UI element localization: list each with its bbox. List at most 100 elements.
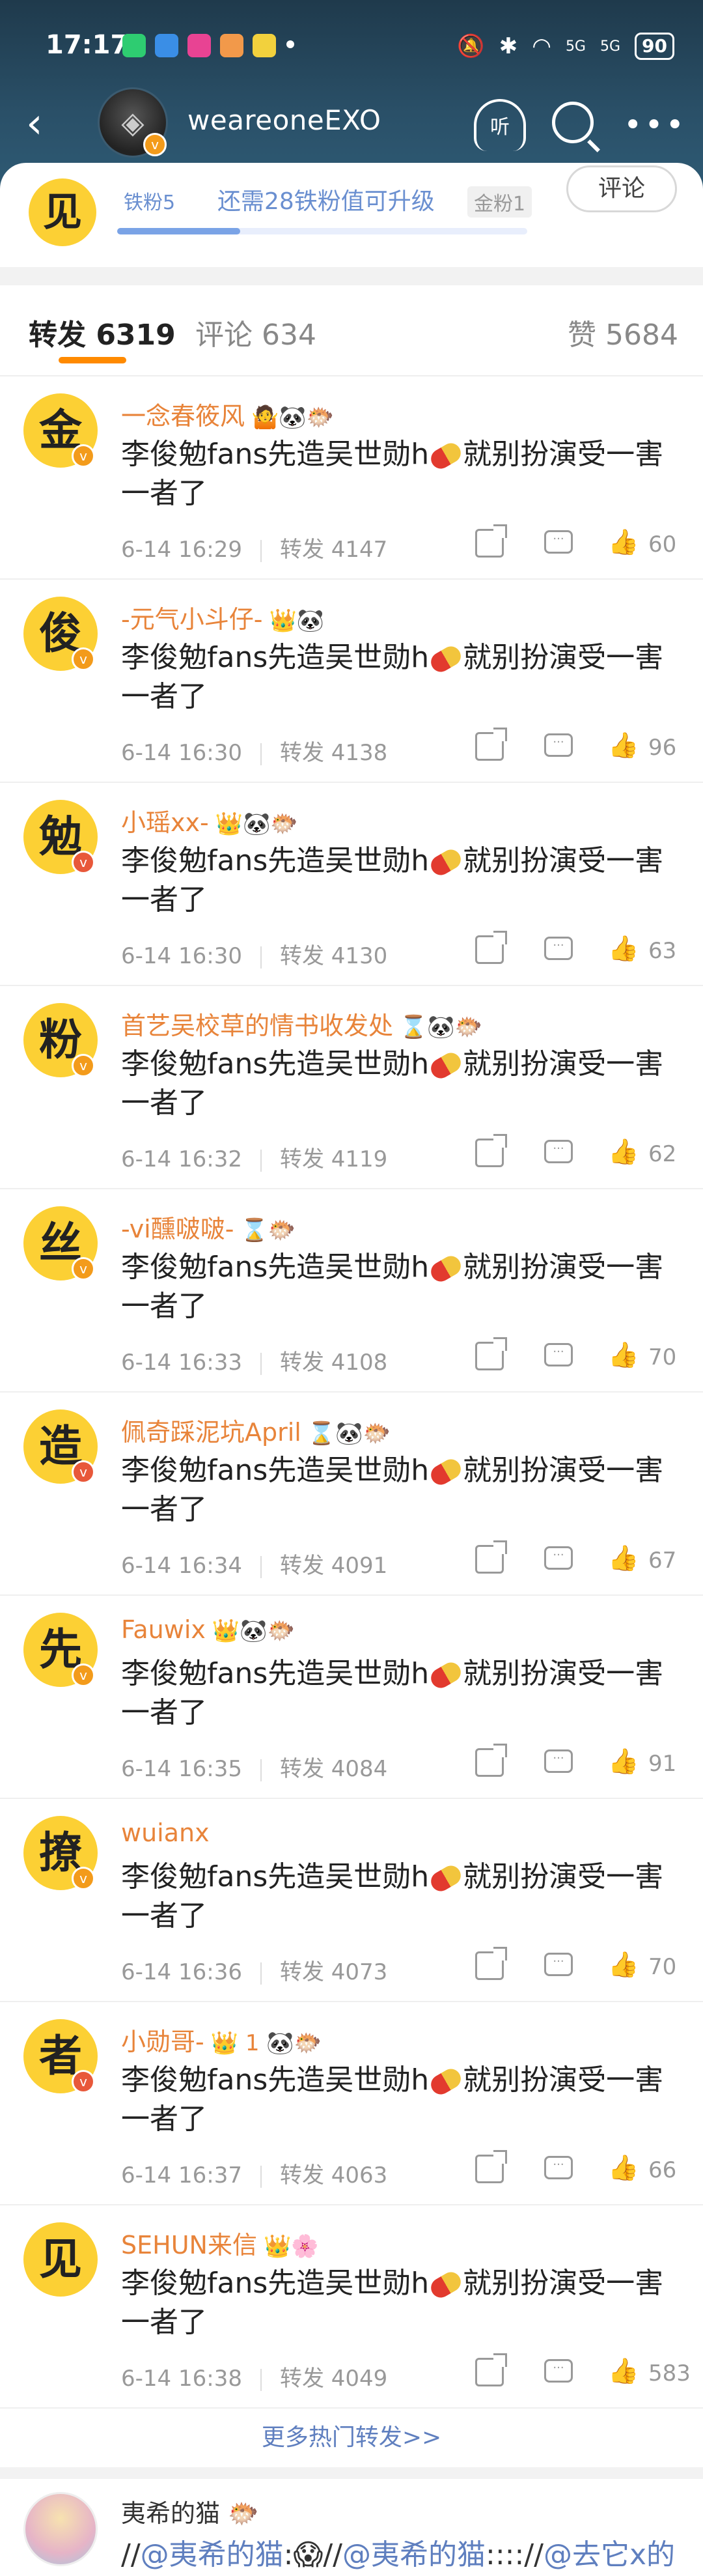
share-icon[interactable] — [475, 1337, 507, 1370]
mention-link[interactable]: @夷希的猫 — [342, 2538, 486, 2571]
repost-text: //@夷希的猫:😱//@夷希的猫:::://@去它x的 — [121, 2531, 675, 2573]
emoji-badge: 👑🌸 — [263, 2233, 319, 2259]
share-icon[interactable] — [475, 931, 507, 964]
timestamp: 6-14 16:35 — [121, 1756, 242, 1782]
mention-link[interactable]: @夷希的猫 — [141, 2538, 284, 2571]
list-item[interactable]: 见 SEHUN来信 👑🌸 李俊勉fans先造吴世勋h 就别扮演受一害一者了 6-14 16… — [0, 2205, 703, 2409]
like-icon[interactable]: 👍 — [608, 1950, 639, 1979]
username[interactable]: SEHUN来信 👑🌸 — [121, 2225, 319, 2261]
tab-reposts[interactable]: 转发 6319 — [29, 311, 176, 353]
like-count: 70 — [648, 1344, 677, 1370]
emoji-badge: 🐡 — [228, 2499, 259, 2528]
list-item[interactable]: 造 v 佩奇踩泥坑April ⌛🐼🐡 李俊勉fans先造吴世勋h 就别扮演受一害一者了 6-… — [0, 1393, 703, 1596]
list-item[interactable]: 勉 v 小瑶xx- 👑🐼🐡 李俊勉fans先造吴世勋h 就别扮演受一害一者了 6-14 16… — [0, 783, 703, 986]
back-icon[interactable]: ‹ — [26, 103, 43, 145]
list-item[interactable]: 者 v 小勋哥- 👑 1 🐼🐡 李俊勉fans先造吴世勋h 就别扮演受一害一者了 6-14 … — [0, 2002, 703, 2205]
verified-icon: v — [72, 444, 95, 468]
more-hot-reposts-link[interactable]: 更多热门转发>> — [0, 2409, 703, 2467]
verified-icon: v — [72, 647, 95, 671]
search-icon[interactable] — [552, 102, 594, 143]
share-icon[interactable] — [475, 2353, 507, 2386]
repost-meta: 6-14 16:38 转发 4049 — [121, 2360, 387, 2392]
fan-upgrade-text: 还需28铁粉值可升级 — [217, 188, 435, 215]
repost-count: 转发 4147 — [279, 537, 388, 563]
list-item[interactable]: 俊 v -元气小斗仔- 👑🐼 李俊勉fans先造吴世勋h 就别扮演受一害一者了 6-14 1… — [0, 580, 703, 783]
username[interactable]: 夷希的猫 🐡 — [121, 2493, 258, 2529]
share-icon[interactable] — [475, 524, 507, 558]
repost-meta: 6-14 16:35 转发 4084 — [121, 1751, 387, 1783]
like-icon[interactable]: 👍 — [608, 1544, 639, 1573]
more-icon[interactable]: ••• — [624, 107, 687, 143]
share-icon[interactable] — [475, 1947, 507, 1980]
text-segment: :😱// — [283, 2538, 342, 2571]
status-time: 17:17 — [46, 30, 129, 60]
share-icon[interactable] — [475, 1744, 507, 1777]
listen-icon[interactable]: 听 — [474, 99, 526, 151]
comment-button[interactable]: 评论 — [566, 165, 677, 212]
like-icon[interactable]: 👍 — [608, 731, 639, 760]
avatar[interactable] — [23, 2492, 98, 2566]
list-item[interactable]: 先 v Fauwix 👑🐼🐡 李俊勉fans先造吴世勋h 就别扮演受一害一者了 6-14 1… — [0, 1596, 703, 1799]
fan-progress-fill — [117, 228, 240, 234]
pill-icon — [427, 440, 465, 472]
share-icon[interactable] — [475, 1540, 507, 1574]
text-segment: 李俊勉fans先造吴世勋h — [121, 1251, 430, 1284]
timestamp: 6-14 16:30 — [121, 740, 242, 766]
list-item[interactable]: 金 v 一念春筱风 🤷🐼🐡 李俊勉fans先造吴世勋h 就别扮演受一害一者了 6-14 16… — [0, 376, 703, 580]
share-icon[interactable] — [475, 728, 507, 761]
like-count: 60 — [648, 531, 677, 558]
username[interactable]: Fauwix 👑🐼🐡 — [121, 1615, 295, 1644]
username[interactable]: wuianx — [121, 1819, 216, 1847]
username[interactable]: 佩奇踩泥坑April ⌛🐼🐡 — [121, 1412, 391, 1448]
comment-icon[interactable]: ··· — [544, 1953, 573, 1976]
username[interactable]: 首艺吴校草的情书收发处 ⌛🐼🐡 — [121, 1006, 482, 1041]
bluetooth-icon: ✱ — [499, 33, 518, 59]
comment-icon[interactable]: ··· — [544, 1546, 573, 1570]
list-item[interactable]: 夷希的猫 🐡 //@夷希的猫:😱//@夷希的猫:::://@去它x的 — [0, 2479, 703, 2576]
comment-icon[interactable]: ··· — [544, 2359, 573, 2383]
text-segment: 李俊勉fans先造吴世勋h — [121, 1657, 430, 1690]
text-segment: 李俊勉fans先造吴世勋h — [121, 1860, 430, 1893]
like-icon[interactable]: 👍 — [608, 1137, 639, 1167]
comment-icon[interactable]: ··· — [544, 937, 573, 960]
username[interactable]: -vi醺啵啵- ⌛🐡 — [121, 1209, 296, 1245]
repost-count: 转发 4063 — [279, 2162, 388, 2188]
username[interactable]: -元气小斗仔- 👑🐼 — [121, 599, 324, 635]
like-icon[interactable]: 👍 — [608, 1747, 639, 1776]
like-icon[interactable]: 👍 — [608, 1340, 639, 1370]
username[interactable]: 小勋哥- 👑 1 🐼🐡 — [121, 2022, 322, 2058]
repost-text: 李俊勉fans先造吴世勋h 就别扮演受一害一者了 — [121, 1654, 681, 1733]
username-text: -元气小斗仔- — [121, 605, 263, 634]
list-item[interactable]: 撩 v wuianx 李俊勉fans先造吴世勋h 就别扮演受一害一者了 6-14 16:3… — [0, 1799, 703, 2002]
comment-icon[interactable]: ··· — [544, 1749, 573, 1773]
like-icon[interactable]: 👍 — [608, 2153, 639, 2183]
comment-icon[interactable]: ··· — [544, 733, 573, 757]
tab-likes[interactable]: 赞 5684 — [568, 311, 678, 353]
username[interactable]: 一念春筱风 🤷🐼🐡 — [121, 396, 334, 432]
page-title[interactable]: weareoneEXO — [187, 104, 381, 136]
share-icon[interactable] — [475, 2150, 507, 2183]
repost-text: 李俊勉fans先造吴世勋h 就别扮演受一害一者了 — [121, 1451, 681, 1529]
verified-icon: v — [72, 1054, 95, 1077]
list-item[interactable]: 粉 v 首艺吴校草的情书收发处 ⌛🐼🐡 李俊勉fans先造吴世勋h 就别扮演受一害一者了 6… — [0, 986, 703, 1189]
fan-badge[interactable]: 见 — [29, 178, 96, 246]
list-item[interactable]: 丝 v -vi醺啵啵- ⌛🐡 李俊勉fans先造吴世勋h 就别扮演受一害一者了 6-14 1… — [0, 1189, 703, 1393]
username[interactable]: 小瑶xx- 👑🐼🐡 — [121, 802, 298, 838]
repost-text: 李俊勉fans先造吴世勋h 就别扮演受一害一者了 — [121, 1248, 681, 1326]
avatar[interactable]: 见 — [23, 2222, 98, 2297]
repost-count: 转发 4108 — [279, 1350, 388, 1376]
comment-icon[interactable]: ··· — [544, 1343, 573, 1366]
comment-icon[interactable]: ··· — [544, 1140, 573, 1163]
like-icon[interactable]: 👍 — [608, 528, 639, 557]
mention-link[interactable]: @去它x的 — [544, 2538, 675, 2571]
text-segment: 李俊勉fans先造吴世勋h — [121, 844, 430, 877]
like-icon[interactable]: 👍 — [608, 934, 639, 963]
share-icon[interactable] — [475, 1134, 507, 1167]
tab-comments[interactable]: 评论 634 — [195, 311, 316, 353]
like-count: 62 — [648, 1141, 677, 1167]
like-icon[interactable]: 👍 — [608, 2357, 639, 2386]
repost-meta: 6-14 16:37 转发 4063 — [121, 2157, 387, 2189]
comment-icon[interactable]: ··· — [544, 2156, 573, 2179]
comment-icon[interactable]: ··· — [544, 530, 573, 554]
divider — [260, 1962, 262, 1985]
